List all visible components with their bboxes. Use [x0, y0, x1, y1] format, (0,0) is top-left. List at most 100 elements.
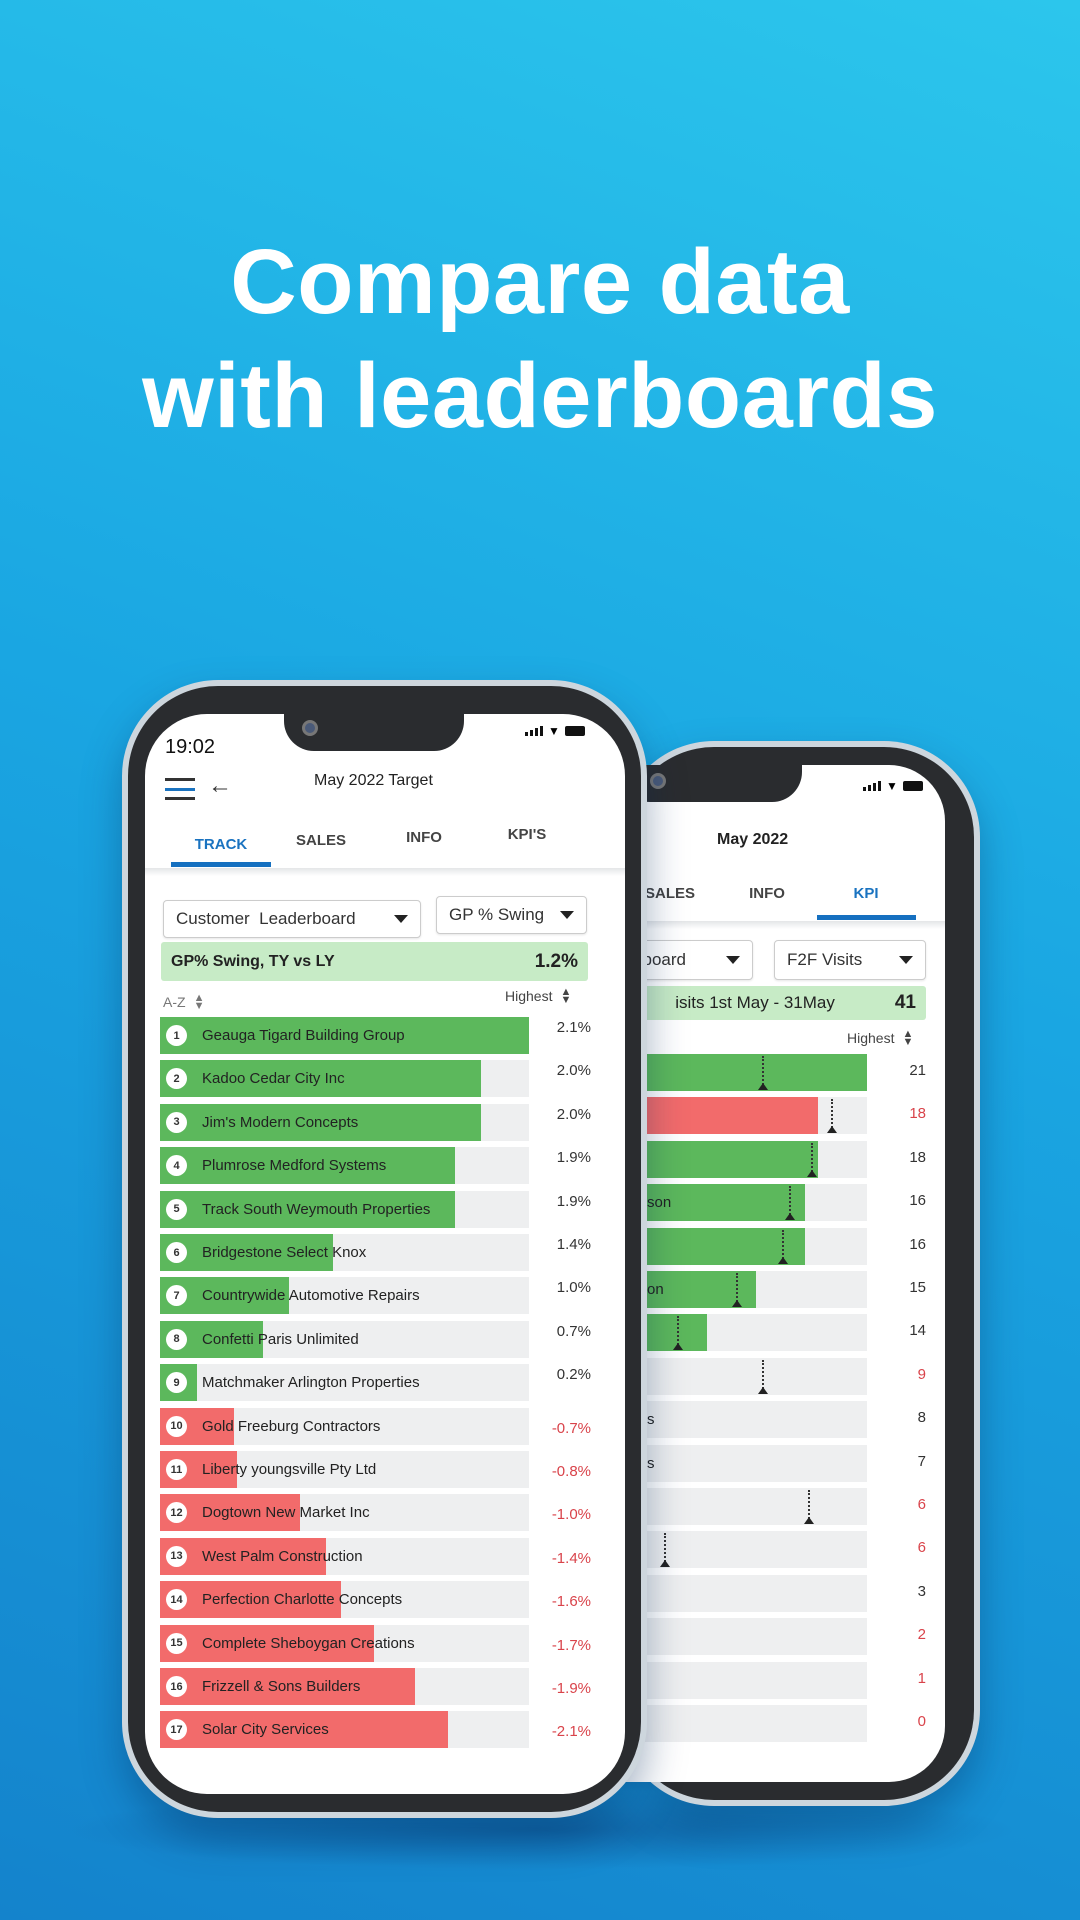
table-row[interactable]: 16 Frizzell & Sons Builders — [160, 1668, 529, 1705]
signal-icon — [525, 726, 543, 736]
sort-icon: ▲ ▼ — [193, 992, 205, 1012]
table-row[interactable]: 14 Perfection Charlotte Concepts — [160, 1581, 529, 1619]
row-value: 0.7% — [556, 1322, 591, 1340]
row-value: 1 — [917, 1669, 926, 1687]
table-row[interactable]: 4 Plumrose Medford Systems — [160, 1147, 529, 1185]
signal-icon — [863, 781, 881, 791]
back-tab-underline — [817, 915, 916, 920]
table-row[interactable]: 1 Geauga Tigard Building Group — [160, 1017, 529, 1054]
customer-name: Gold Freeburg Contractors — [202, 1417, 381, 1435]
row-value: 6 — [917, 1539, 926, 1557]
back-metric-dropdown[interactable]: F2F Visits — [774, 940, 926, 980]
table-row[interactable]: 5 Track South Weymouth Properties — [160, 1190, 529, 1228]
back-summary-value: 41 — [894, 992, 916, 1013]
row-value: 16 — [909, 1192, 926, 1210]
headline: Compare data with leaderboards — [0, 225, 1080, 453]
table-row[interactable]: 6 Bridgestone Select Knox — [160, 1234, 529, 1271]
arrow-left-icon[interactable]: ← — [208, 772, 232, 800]
tab-info[interactable]: INFO — [406, 829, 442, 846]
row-value: -1.6% — [551, 1593, 591, 1611]
table-row[interactable]: 15 Complete Sheboygan Creations — [160, 1624, 529, 1662]
table-row[interactable]: 9 Matchmaker Arlington Properties — [160, 1364, 529, 1402]
leaderboard-value: Customer Leaderboard — [176, 909, 356, 928]
row-value: 9 — [917, 1365, 926, 1383]
rank-badge: 6 — [166, 1242, 187, 1263]
sort-highest[interactable]: Highest ▲ ▼ — [505, 986, 572, 1006]
table-row[interactable]: 10 Gold Freeburg Contractors — [160, 1407, 529, 1445]
row-value: 2.1% — [556, 1019, 591, 1036]
rank-badge: 1 — [166, 1025, 187, 1046]
back-camera-icon — [650, 773, 666, 789]
leaderboard-dropdown[interactable]: Customer Leaderboard — [163, 900, 421, 938]
table-row[interactable]: 3 Jim's Modern Concepts — [160, 1103, 529, 1141]
back-tab-kpi[interactable]: KPI — [853, 885, 878, 902]
row-value: -1.7% — [551, 1636, 591, 1654]
row-label-fragment: on — [647, 1281, 664, 1298]
tab-sales[interactable]: SALES — [296, 832, 346, 849]
chevron-down-icon — [394, 915, 408, 923]
summary-value: 1.2% — [534, 950, 578, 972]
tab-kpis[interactable]: KPI'S — [508, 826, 547, 843]
back-sort-label: Highest — [847, 1030, 895, 1046]
row-value: 0.2% — [556, 1366, 591, 1384]
customer-name: Dogtown New Market Inc — [202, 1504, 370, 1522]
table-row[interactable]: 8 Confetti Paris Unlimited — [160, 1320, 529, 1358]
back-tab-sales[interactable]: SALES — [645, 885, 695, 902]
row-value: 16 — [909, 1235, 926, 1253]
rank-badge: 10 — [166, 1415, 187, 1437]
chevron-down-icon — [726, 956, 740, 964]
target-marker-icon — [758, 1359, 769, 1394]
table-row[interactable]: 17 Solar City Services — [160, 1711, 529, 1749]
table-row[interactable]: 2 Kadoo Cedar City Inc — [160, 1060, 529, 1098]
table-row[interactable]: 7 Countrywide Automotive Repairs — [160, 1277, 529, 1315]
sort-az[interactable]: A-Z ▲ ▼ — [163, 992, 205, 1012]
sort-icon: ▲ ▼ — [560, 986, 572, 1006]
row-value: -1.0% — [551, 1506, 591, 1524]
back-sort-highest[interactable]: Highest ▲ ▼ — [847, 1028, 914, 1048]
customer-name: Jim's Modern Concepts — [202, 1113, 359, 1131]
summary-bar: GP% Swing, TY vs LY 1.2% — [161, 942, 588, 981]
front-phone-screen: 19:02 ▼ ← May 2022 Target TRACK SALES IN… — [145, 714, 625, 1794]
row-value: -0.7% — [551, 1419, 591, 1437]
headline-line-2: with leaderboards — [142, 345, 938, 447]
target-marker-icon — [758, 1056, 769, 1090]
table-row[interactable]: 13 West Palm Construction — [160, 1537, 529, 1575]
tab-track[interactable]: TRACK — [195, 836, 248, 853]
rank-badge: 8 — [166, 1328, 187, 1350]
battery-icon — [564, 726, 585, 736]
rank-badge: 16 — [166, 1676, 187, 1697]
customer-name: Frizzell & Sons Builders — [202, 1678, 361, 1695]
row-value: -0.8% — [551, 1463, 591, 1480]
customer-name: Countrywide Automotive Repairs — [202, 1287, 420, 1305]
rank-badge: 13 — [166, 1545, 187, 1567]
row-value: 6 — [917, 1496, 926, 1513]
back-metric-value: F2F Visits — [787, 950, 863, 969]
metric-dropdown[interactable]: GP % Swing — [436, 896, 587, 934]
target-marker-icon — [673, 1316, 684, 1351]
rank-badge: 3 — [166, 1111, 187, 1133]
back-tab-info[interactable]: INFO — [749, 885, 785, 902]
status-time: 19:02 — [165, 736, 216, 758]
back-header-title: May 2022 — [717, 831, 789, 848]
row-label-fragment: son — [647, 1194, 672, 1212]
customer-name: Liberty youngsville Pty Ltd — [202, 1461, 377, 1478]
sort-highest-label: Highest — [505, 988, 553, 1004]
row-label-fragment: s — [647, 1454, 655, 1472]
table-row[interactable]: 11 Liberty youngsville Pty Ltd — [160, 1451, 529, 1488]
customer-name: West Palm Construction — [202, 1547, 363, 1565]
sort-icon: ▲ ▼ — [902, 1028, 914, 1048]
table-row[interactable]: 12 Dogtown New Market Inc — [160, 1494, 529, 1532]
target-marker-icon — [804, 1490, 815, 1524]
row-value: 3 — [917, 1582, 926, 1600]
row-value: -2.1% — [551, 1723, 591, 1741]
hamburger-icon[interactable] — [165, 778, 195, 800]
rank-badge: 15 — [166, 1632, 187, 1654]
target-marker-icon — [827, 1099, 838, 1134]
row-value: 1.9% — [556, 1192, 591, 1210]
row-value: -1.4% — [551, 1549, 591, 1567]
row-value: 18 — [909, 1105, 926, 1123]
customer-name: Kadoo Cedar City Inc — [202, 1070, 345, 1088]
front-header-title: May 2022 Target — [314, 772, 433, 789]
sort-az-label: A-Z — [163, 994, 186, 1010]
wifi-icon: ▼ — [548, 724, 560, 738]
